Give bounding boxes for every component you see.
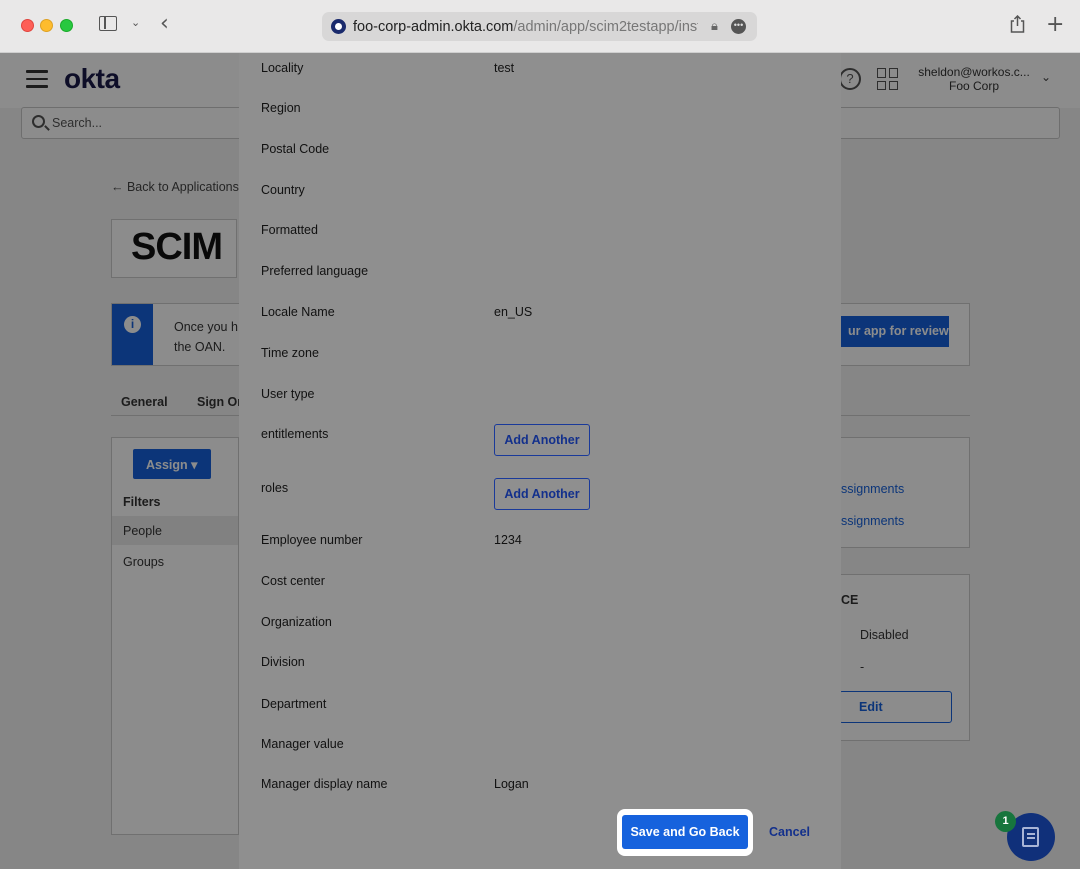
okta-favicon-icon — [331, 19, 346, 34]
sidebar-icon[interactable] — [99, 16, 117, 31]
edit-user-modal: Locality test Region Postal Code Country… — [239, 53, 841, 869]
field-label-postal-code: Postal Code — [261, 142, 330, 156]
field-value-employee-number[interactable]: 1234 — [494, 533, 522, 547]
plus-icon[interactable]: + — [1046, 12, 1064, 37]
lock-icon: 🔒︎ — [711, 18, 718, 33]
field-value-locality[interactable]: test — [494, 61, 514, 75]
field-label-entitlements: entitlements — [261, 427, 329, 441]
field-label-roles: roles — [261, 481, 289, 495]
url-text: foo-corp-admin.okta.com/admin/app/scim2t… — [353, 19, 698, 35]
chevron-left-icon[interactable]: ‹ — [160, 11, 169, 36]
field-label-organization: Organization — [261, 615, 332, 629]
field-value-locale-name[interactable]: en_US — [494, 305, 532, 319]
cancel-button[interactable]: Cancel — [769, 825, 810, 839]
field-label-cost-center: Cost center — [261, 574, 325, 588]
zoom-window-button[interactable] — [60, 19, 73, 32]
field-label-time-zone: Time zone — [261, 346, 319, 360]
add-another-role-button[interactable]: Add Another — [494, 478, 590, 510]
field-label-preferred-language: Preferred language — [261, 264, 369, 278]
document-icon — [1022, 827, 1039, 847]
field-label-locale-name: Locale Name — [261, 305, 335, 319]
more-icon[interactable]: ••• — [731, 19, 746, 34]
field-label-division: Division — [261, 655, 305, 669]
notification-badge: 1 — [995, 811, 1016, 832]
close-window-button[interactable] — [21, 19, 34, 32]
field-label-manager-value: Manager value — [261, 737, 344, 751]
field-label-employee-number: Employee number — [261, 533, 363, 547]
chevron-down-icon[interactable]: ⌄ — [131, 16, 140, 29]
field-label-country: Country — [261, 183, 305, 197]
share-icon[interactable] — [1010, 14, 1025, 33]
field-label-formatted: Formatted — [261, 223, 318, 237]
field-label-user-type: User type — [261, 387, 315, 401]
add-another-entitlement-button[interactable]: Add Another — [494, 424, 590, 456]
minimize-window-button[interactable] — [40, 19, 53, 32]
field-label-locality: Locality — [261, 61, 304, 75]
field-label-department: Department — [261, 697, 327, 711]
field-label-region: Region — [261, 101, 301, 115]
address-bar[interactable]: foo-corp-admin.okta.com/admin/app/scim2t… — [322, 12, 757, 41]
save-and-go-back-button[interactable]: Save and Go Back — [622, 815, 748, 849]
browser-toolbar: ⌄ ‹ foo-corp-admin.okta.com/admin/app/sc… — [0, 0, 1080, 53]
field-label-manager-display-name: Manager display name — [261, 777, 388, 791]
field-value-manager-display-name[interactable]: Logan — [494, 777, 529, 791]
